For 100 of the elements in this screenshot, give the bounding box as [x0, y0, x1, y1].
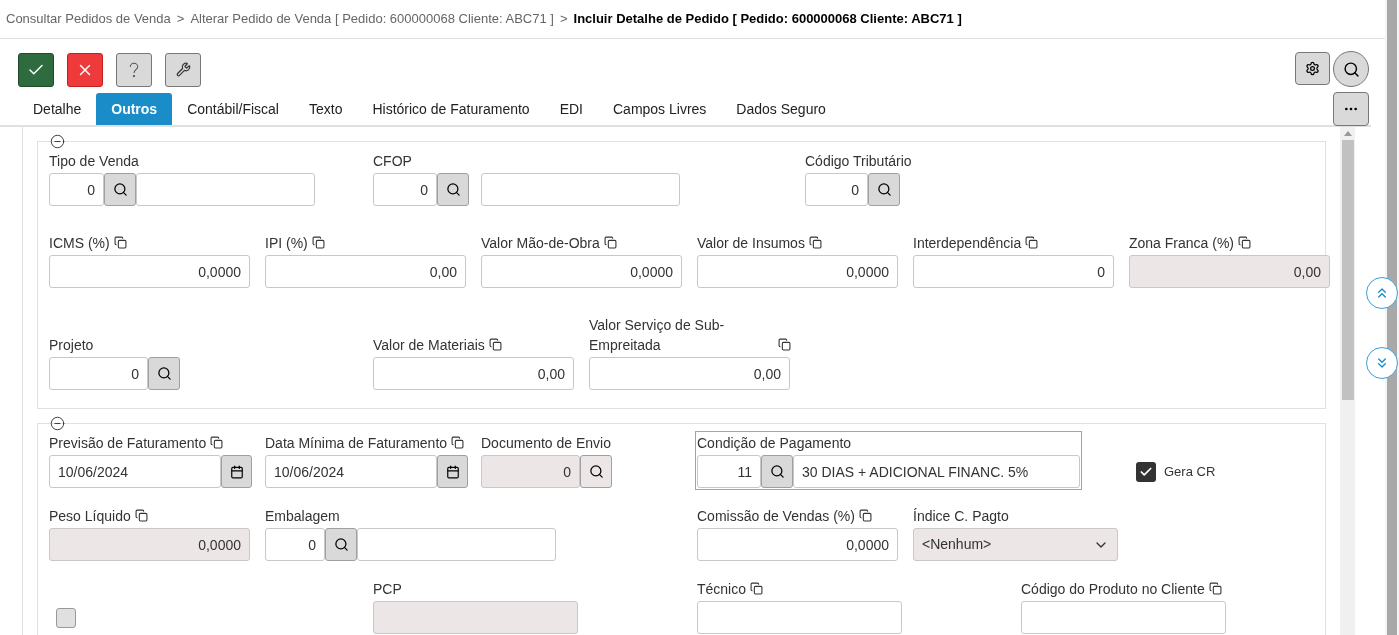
search-icon: [112, 182, 128, 197]
tab[interactable]: Dados Seguro: [721, 93, 841, 125]
description-field[interactable]: [357, 528, 556, 561]
number-field[interactable]: 0: [913, 255, 1114, 288]
code-field[interactable]: 0: [373, 173, 437, 206]
tab[interactable]: Texto: [294, 93, 358, 125]
breadcrumb-current: Incluir Detalhe de Pedido [ Pedido: 600000068 Cliente: ABC71 ]: [573, 10, 962, 29]
code-field[interactable]: 0: [49, 173, 104, 206]
calendar-icon: [229, 464, 244, 479]
field-label: Projeto: [49, 336, 94, 355]
select-field[interactable]: <Nenhum>: [913, 528, 1118, 561]
wrench-icon: [175, 62, 191, 77]
field-label: Condição de Pagamento: [697, 434, 852, 453]
field-label: ICMS (%): [49, 234, 110, 253]
search-button[interactable]: [148, 357, 180, 390]
field-label: Código do Produto no Cliente: [1021, 580, 1205, 599]
search-button[interactable]: [761, 455, 793, 488]
date-field[interactable]: 10/06/2024: [265, 455, 437, 488]
scroll-down-button[interactable]: [1366, 347, 1398, 379]
field-label: Previsão de Faturamento: [49, 434, 207, 453]
field-label: Valor de Materiais: [373, 336, 485, 355]
calendar-button[interactable]: [437, 455, 468, 488]
number-field[interactable]: 0,00: [265, 255, 466, 288]
more-button[interactable]: [1333, 92, 1369, 126]
field-label: Peso Líquido: [49, 507, 131, 526]
search-icon: [876, 182, 892, 197]
description-field[interactable]: [481, 173, 680, 206]
tab[interactable]: Contábil/Fiscal: [172, 93, 294, 125]
search-button[interactable]: [580, 455, 612, 488]
confirm-button[interactable]: [18, 52, 54, 87]
tab[interactable]: Campos Livres: [598, 93, 722, 125]
checkbox[interactable]: [1136, 461, 1156, 482]
field-label: Interdependência: [913, 234, 1022, 253]
number-field[interactable]: 0,0000: [49, 255, 250, 288]
settings-icon: [1305, 61, 1320, 76]
collapse-button[interactable]: [49, 133, 65, 149]
code-field[interactable]: 0: [265, 528, 325, 561]
number-field[interactable]: 0,00: [589, 357, 790, 390]
search-icon: [333, 537, 349, 552]
number-field[interactable]: 0,0000: [481, 255, 682, 288]
checkbox[interactable]: [56, 607, 76, 628]
search-button[interactable]: [868, 173, 900, 206]
tab[interactable]: Outros: [96, 93, 173, 125]
number-field[interactable]: [1021, 601, 1226, 634]
code-field[interactable]: 0: [49, 357, 148, 390]
field-label: Data Mínima de Faturamento: [265, 434, 448, 453]
settings-button[interactable]: [1295, 52, 1330, 85]
field-label: Tipo de Venda: [49, 152, 139, 171]
search-button[interactable]: [1333, 51, 1369, 87]
copy-icon[interactable]: [778, 338, 791, 351]
tools-button[interactable]: [165, 52, 201, 87]
number-field[interactable]: 0,0000: [697, 528, 898, 561]
copy-icon[interactable]: [1208, 582, 1222, 595]
copy-icon[interactable]: [488, 338, 502, 351]
calendar-button[interactable]: [221, 455, 252, 488]
scrollbar[interactable]: [1340, 127, 1355, 635]
field-label: IPI (%): [265, 234, 308, 253]
help-button[interactable]: [116, 52, 152, 87]
field-label: Valor Mão-de-Obra: [481, 234, 600, 253]
search-button[interactable]: [325, 528, 357, 561]
search-button[interactable]: [104, 173, 136, 206]
tab[interactable]: EDI: [544, 93, 598, 125]
copy-icon[interactable]: [858, 509, 872, 522]
code-field[interactable]: 0: [805, 173, 868, 206]
copy-icon[interactable]: [311, 236, 325, 249]
number-field[interactable]: [697, 601, 902, 634]
search-button[interactable]: [437, 173, 469, 206]
field-label: CFOP: [373, 152, 412, 171]
help-icon: [128, 60, 140, 79]
scroll-up-button[interactable]: [1366, 277, 1398, 309]
copy-icon[interactable]: [1025, 236, 1039, 249]
copy-icon[interactable]: [750, 582, 764, 595]
copy-icon[interactable]: [808, 236, 822, 249]
copy-icon[interactable]: [451, 436, 465, 449]
copy-icon[interactable]: [210, 436, 224, 449]
field-label: Índice C. Pagto: [913, 507, 1009, 526]
cancel-button[interactable]: [67, 52, 103, 87]
copy-icon[interactable]: [113, 236, 127, 249]
collapse-button[interactable]: [49, 415, 65, 431]
search-icon: [1342, 60, 1360, 78]
tab[interactable]: Histórico de Faturamento: [357, 93, 545, 125]
field-label: PCP: [373, 580, 402, 599]
date-field[interactable]: 10/06/2024: [49, 455, 221, 488]
breadcrumb-link[interactable]: Consultar Pedidos de Venda: [6, 9, 171, 29]
field-label: Valor de Insumos: [697, 234, 805, 253]
field-label: Código Tributário: [805, 152, 912, 171]
tab[interactable]: Detalhe: [18, 93, 97, 125]
search-icon: [445, 182, 461, 197]
description-field[interactable]: [136, 173, 315, 206]
number-field[interactable]: 0,00: [373, 357, 574, 390]
breadcrumb-separator: >: [559, 10, 568, 29]
field-label: Valor Serviço de Sub-Empreitada: [589, 316, 726, 355]
minus-icon: [49, 133, 65, 149]
copy-icon[interactable]: [603, 236, 617, 249]
breadcrumb-link[interactable]: Alterar Pedido de Venda [ Pedido: 600000068 Cliente: ABC71 ]: [190, 9, 554, 29]
code-field[interactable]: 11: [697, 455, 761, 488]
search-icon: [156, 366, 172, 381]
description-field[interactable]: 30 DIAS + ADICIONAL FINANC. 5%: [793, 455, 1080, 488]
breadcrumb-separator: >: [176, 10, 185, 29]
number-field[interactable]: 0,0000: [697, 255, 898, 288]
